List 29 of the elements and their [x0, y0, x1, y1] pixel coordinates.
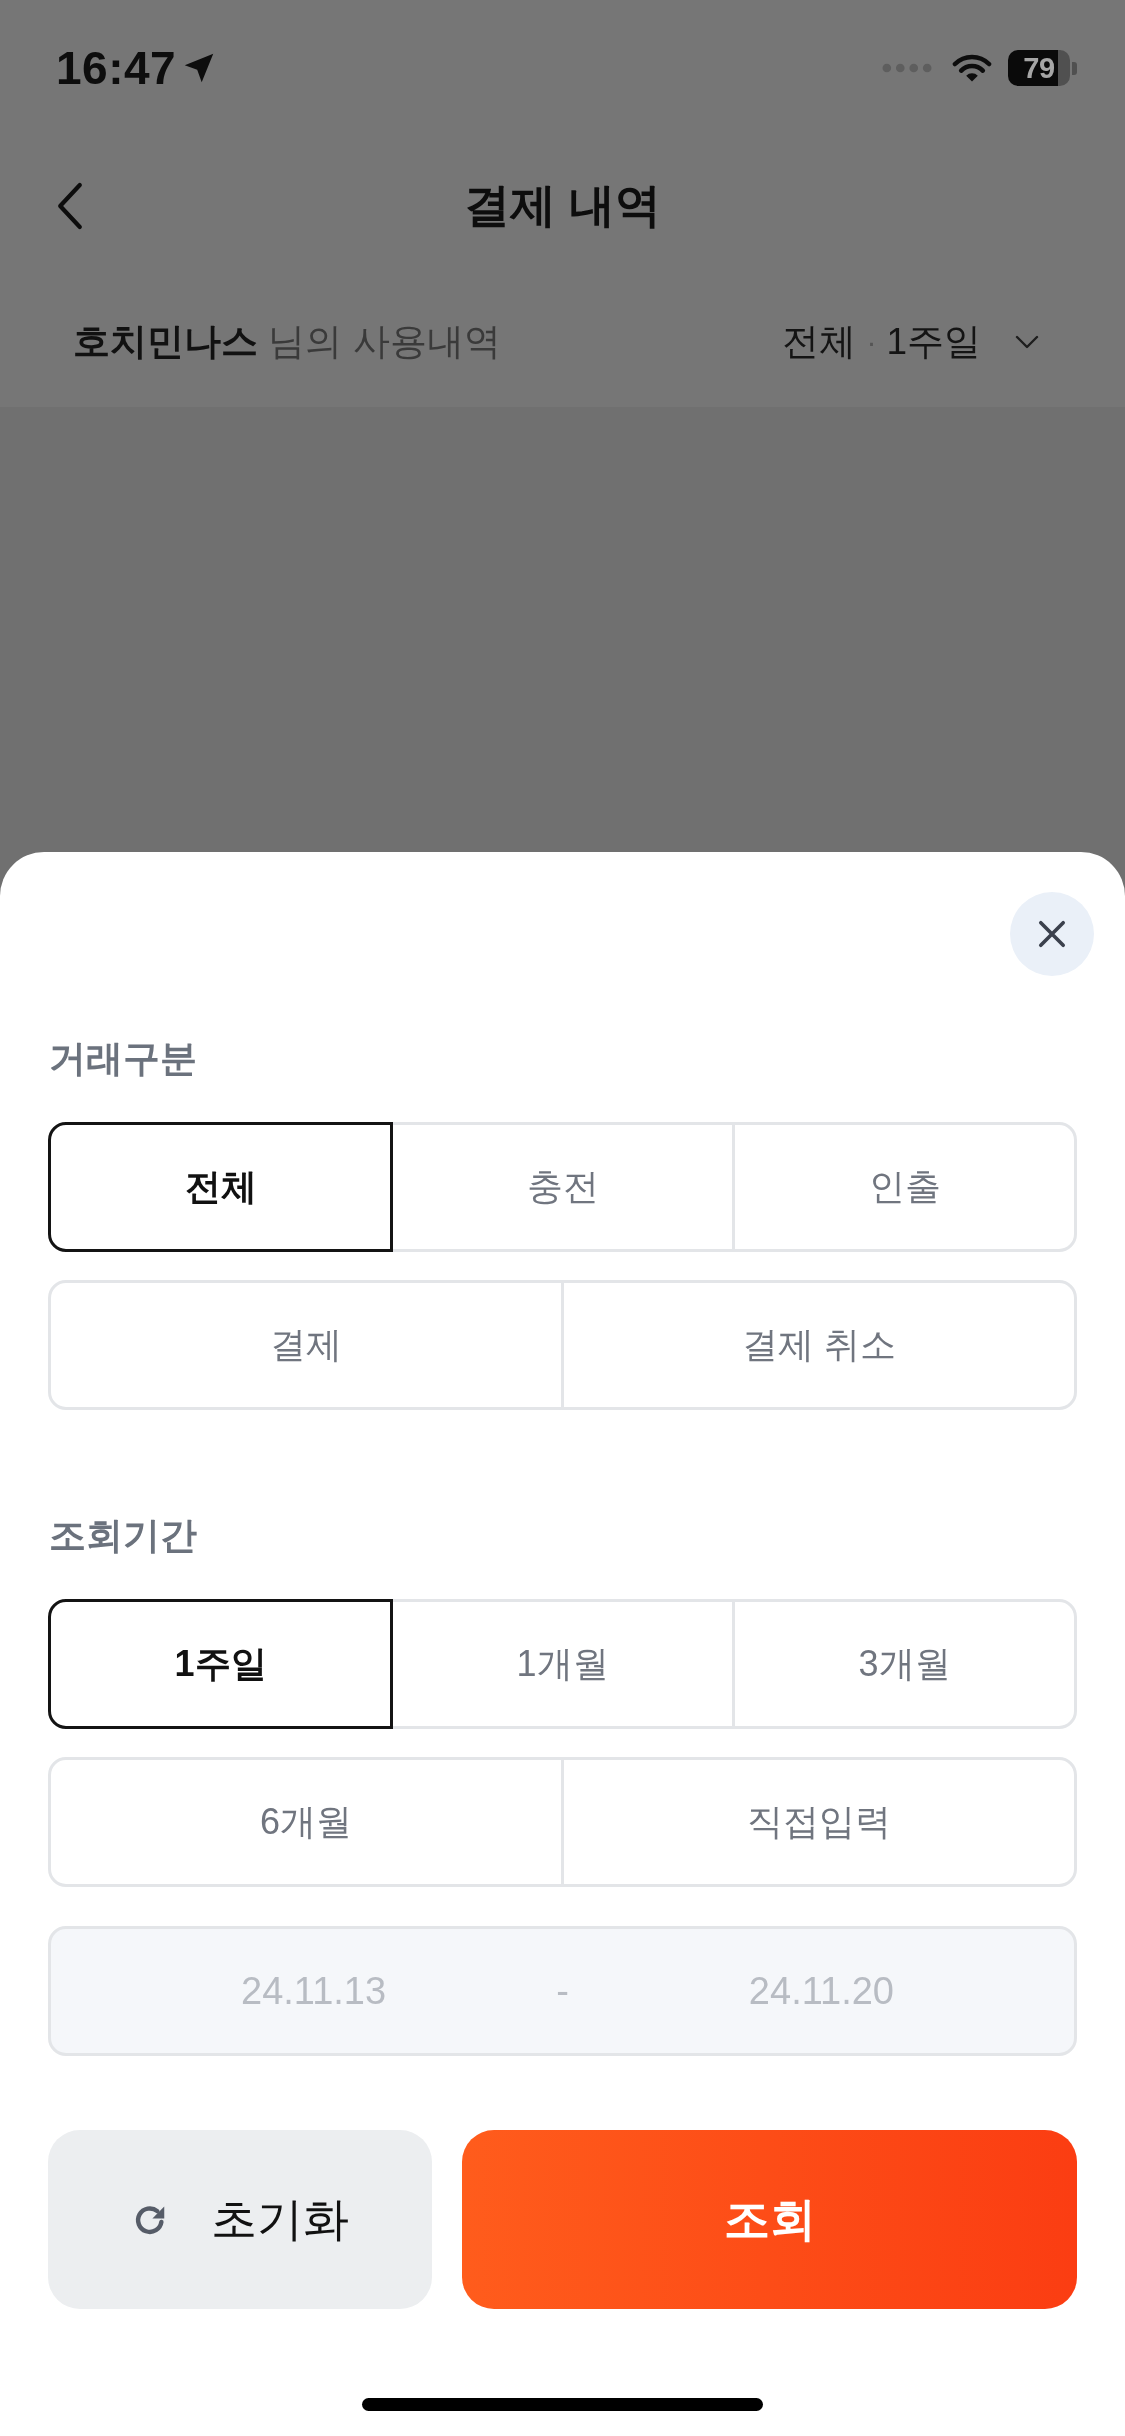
start-date: 24.11.13: [241, 1969, 387, 2013]
back-button[interactable]: [56, 182, 84, 230]
reset-button[interactable]: 초기화: [48, 2130, 432, 2309]
chevron-down-icon: [1015, 334, 1039, 349]
wifi-icon: [952, 53, 992, 83]
page-title: 결제 내역: [464, 178, 661, 233]
date-separator: -: [556, 1969, 569, 2013]
end-date: 24.11.20: [748, 1969, 894, 2013]
location-arrow-icon: [184, 53, 215, 83]
filter-option[interactable]: 인출: [732, 1122, 1077, 1252]
status-time: 16:47: [56, 41, 177, 95]
filter-option[interactable]: 충전: [390, 1122, 735, 1252]
usage-owner-text: 호치민나스 님의 사용내역: [73, 319, 501, 364]
back-icon: [56, 182, 84, 230]
filter-option[interactable]: 1개월: [390, 1599, 735, 1729]
filter-option[interactable]: 6개월: [48, 1757, 564, 1887]
close-icon: [1038, 920, 1066, 948]
section-title: 거래구분: [48, 1037, 198, 1081]
filter-dropdown[interactable]: 전체 · 1주일: [782, 316, 1039, 367]
filter-option[interactable]: 결제 취소: [561, 1280, 1077, 1410]
filter-option[interactable]: 3개월: [732, 1599, 1077, 1729]
filter-option[interactable]: 직접입력: [561, 1757, 1077, 1887]
search-button[interactable]: 조회: [462, 2130, 1077, 2309]
signal-icon: [882, 63, 932, 73]
section-title: 조회기간: [48, 1514, 198, 1558]
filter-option[interactable]: 전체: [48, 1122, 393, 1252]
filter-option[interactable]: 결제: [48, 1280, 564, 1410]
filter-option[interactable]: 1주일: [48, 1599, 393, 1729]
battery-indicator: 79: [1008, 50, 1077, 86]
